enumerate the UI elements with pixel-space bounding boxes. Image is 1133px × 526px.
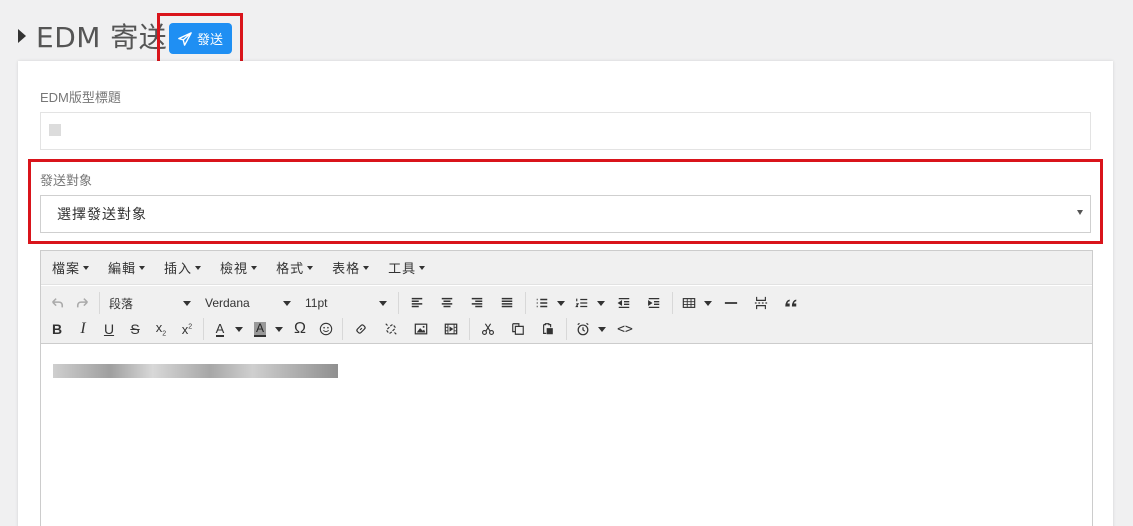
paste-icon[interactable] [533,317,563,341]
target-select[interactable]: 選擇發送對象 [40,195,1091,233]
menu-file[interactable]: 檔案 [52,258,90,277]
caret-down-icon[interactable] [557,300,565,306]
caret-down-icon [251,265,258,270]
outdent-icon[interactable] [609,291,639,315]
caret-down-icon [379,300,387,306]
send-button[interactable]: 發送 [169,23,232,54]
font-family-select[interactable]: Verdana [199,291,299,315]
paper-plane-icon [178,31,192,46]
caret-down-icon[interactable] [598,326,606,332]
caret-down-icon [139,265,146,270]
menu-format[interactable]: 格式 [276,258,314,277]
caret-down-icon [283,300,291,306]
subscript-icon[interactable]: x2 [148,317,174,341]
toolbar-divider [342,318,343,340]
edm-title-input[interactable] [40,112,1091,150]
page-header: EDM 寄送 [18,18,167,54]
font-size-select[interactable]: 11pt [299,291,395,315]
toolbar-divider [203,318,204,340]
align-center-icon[interactable] [432,291,462,315]
page-break-icon[interactable] [746,291,776,315]
blockquote-icon[interactable] [776,291,806,315]
toolbar-divider [99,292,100,314]
horizontal-line-icon[interactable] [716,291,746,315]
chevron-down-icon [1077,210,1083,215]
block-format-select[interactable]: 段落 [103,291,199,315]
background-color-icon[interactable]: A [247,317,273,341]
menu-tools[interactable]: 工具 [388,258,426,277]
caret-down-icon[interactable] [704,300,712,306]
superscript-icon[interactable]: x2 [174,317,200,341]
image-icon[interactable] [406,317,436,341]
menu-edit[interactable]: 編輯 [108,258,146,277]
target-select-value: 選擇發送對象 [57,206,147,222]
page-title: EDM 寄送 [36,21,168,54]
strikethrough-icon[interactable]: S [122,317,148,341]
italic-icon[interactable]: I [70,317,96,341]
clock-icon[interactable] [570,317,596,341]
align-justify-icon[interactable] [492,291,522,315]
caret-down-icon [183,300,191,306]
caret-down-icon [363,265,370,270]
redo-icon[interactable] [70,291,96,315]
rich-text-editor: 檔案 編輯 插入 檢視 格式 表格 工具 段落 Verdana 11pt B I… [40,250,1093,526]
menu-insert[interactable]: 插入 [164,258,202,277]
copy-icon[interactable] [503,317,533,341]
media-icon[interactable] [436,317,466,341]
caret-down-icon [195,265,202,270]
editor-menubar: 檔案 編輯 插入 檢視 格式 表格 工具 [41,251,1092,285]
caret-down-icon[interactable] [235,326,243,332]
redacted-content [53,364,338,378]
numbered-list-icon[interactable] [569,291,595,315]
toolbar-divider [398,292,399,314]
table-icon[interactable] [676,291,702,315]
target-label: 發送對象 [40,173,93,188]
indent-icon[interactable] [639,291,669,315]
caret-down-icon[interactable] [275,326,283,332]
text-color-icon[interactable]: A [207,317,233,341]
editor-content[interactable] [41,345,1092,526]
menu-table[interactable]: 表格 [332,258,370,277]
special-character-icon[interactable]: Ω [287,317,313,341]
caret-down-icon [307,265,314,270]
editor-toolbar: 段落 Verdana 11pt B I U S x2 x2 A A Ω <> [41,286,1092,344]
send-button-label: 發送 [196,32,223,47]
redacted-text [49,124,61,136]
bullet-list-icon[interactable] [529,291,555,315]
unlink-icon[interactable] [376,317,406,341]
menu-view[interactable]: 檢視 [220,258,258,277]
bold-icon[interactable]: B [44,317,70,341]
align-right-icon[interactable] [462,291,492,315]
code-icon[interactable]: <> [610,317,640,341]
align-left-icon[interactable] [402,291,432,315]
caret-right-icon [18,29,26,43]
toolbar-divider [525,292,526,314]
caret-down-icon [419,265,426,270]
emoticon-icon[interactable] [313,317,339,341]
toolbar-divider [566,318,567,340]
cut-icon[interactable] [473,317,503,341]
link-icon[interactable] [346,317,376,341]
caret-down-icon [83,265,90,270]
underline-icon[interactable]: U [96,317,122,341]
caret-down-icon[interactable] [597,300,605,306]
toolbar-divider [469,318,470,340]
edm-title-label: EDM版型標題 [40,90,121,105]
toolbar-divider [672,292,673,314]
undo-icon[interactable] [44,291,70,315]
